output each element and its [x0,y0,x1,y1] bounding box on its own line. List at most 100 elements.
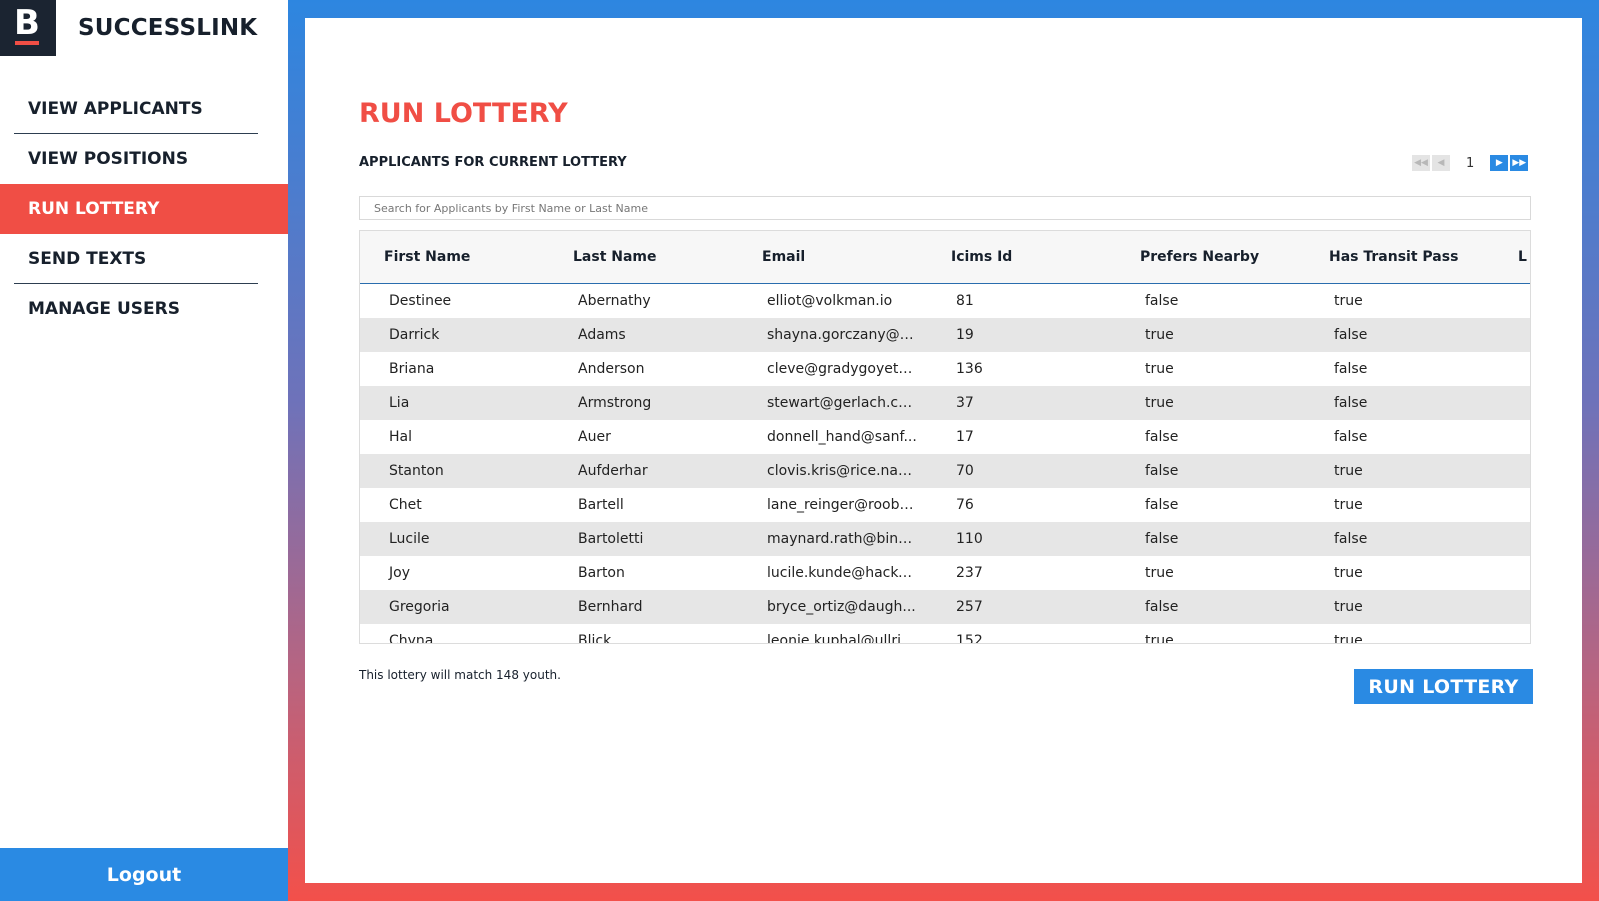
table-cell: Chet [389,497,422,513]
column-header[interactable]: Prefers Nearby [1116,249,1305,265]
table-cell: false [1334,327,1368,343]
table-cell: shayna.gorczany@a... [767,327,922,343]
table-cell: Auer [578,429,611,445]
table-row[interactable]: Lia Armstrong stewart@gerlach.co... 37 true f… [360,386,1530,420]
table-cell: Darrick [389,327,440,343]
table-cell: true [1145,565,1174,581]
table-cell: 152 [956,633,983,644]
double-chevron-right-icon[interactable]: ▶▶ [1510,155,1529,171]
run-lottery-button[interactable]: RUN LOTTERY [1354,669,1533,704]
table-cell: Bartoletti [578,531,644,547]
table-cell: Destinee [389,293,452,309]
logo-letter: B [14,3,40,43]
table-cell: 19 [956,327,974,343]
table-cell: Bartell [578,497,624,513]
table-row[interactable]: Chet Bartell lane_reinger@roob.... 76 false t… [360,488,1530,522]
column-header[interactable]: First Name [360,249,549,265]
sidebar-nav: VIEW APPLICANTS VIEW POSITIONS RUN LOTTE… [0,84,288,334]
table-row[interactable]: Stanton Aufderhar clovis.kris@rice.name 70 f… [360,454,1530,488]
table-cell: Adams [578,327,626,343]
table-cell: Lucile [389,531,430,547]
nav-item-manage-users[interactable]: MANAGE USERS [0,284,288,334]
table-cell: true [1145,633,1174,644]
column-header[interactable]: Email [738,249,927,265]
table-cell: 37 [956,395,974,411]
table-cell: donnell_hand@sanf... [767,429,917,445]
table-row[interactable]: Joy Barton lucile.kunde@hacke... 237 true tru… [360,556,1530,590]
table-cell: true [1145,395,1174,411]
table-cell: Blick [578,633,612,644]
table-cell: Aufderhar [578,463,648,479]
table-cell: Chyna [389,633,434,644]
table-cell: Hal [389,429,412,445]
column-header[interactable]: Has Transit Pass [1305,249,1494,265]
table-cell: Briana [389,361,435,377]
table-row[interactable]: Lucile Bartoletti maynard.rath@bins.... 110… [360,522,1530,556]
sidebar: B SUCCESSLINK VIEW APPLICANTS VIEW POSIT… [0,0,288,901]
nav-item-view-applicants[interactable]: VIEW APPLICANTS [0,84,288,134]
table-cell: true [1334,633,1363,644]
double-chevron-left-icon[interactable]: ◀◀ [1412,155,1430,171]
table-cell: 17 [956,429,974,445]
table-cell: 81 [956,293,974,309]
table-cell: false [1334,361,1368,377]
table-cell: 76 [956,497,974,513]
table-row[interactable]: Destinee Abernathy elliot@volkman.io 81 fals… [360,284,1530,318]
table-cell: 110 [956,531,983,547]
logo[interactable]: B [0,0,56,56]
page-number: 1 [1466,155,1475,171]
table-cell: leonie.kuphal@ullri... [767,633,915,644]
table-row[interactable]: Gregoria Bernhard bryce_ortiz@daugh... 257 f… [360,590,1530,624]
table-cell: lane_reinger@roob.... [767,497,918,513]
table-cell: false [1145,497,1179,513]
table-cell: true [1334,463,1363,479]
applicants-table: First Name Last Name Email Icims Id Pref… [359,230,1531,644]
pagination: ◀◀ ◀ 1 ▶ ▶▶ [1410,155,1529,171]
table-cell: false [1145,429,1179,445]
nav-item-run-lottery[interactable]: RUN LOTTERY [0,184,288,234]
table-header: First Name Last Name Email Icims Id Pref… [360,231,1530,284]
table-cell: false [1145,463,1179,479]
table-cell: maynard.rath@bins.... [767,531,924,547]
table-cell: true [1334,293,1363,309]
table-row[interactable]: Darrick Adams shayna.gorczany@a... 19 true fa… [360,318,1530,352]
table-cell: Gregoria [389,599,450,615]
table-body: Destinee Abernathy elliot@volkman.io 81 fals… [360,284,1530,644]
column-header[interactable]: Last Name [549,249,738,265]
search-input[interactable] [359,196,1531,220]
table-cell: Anderson [578,361,645,377]
table-cell: false [1145,599,1179,615]
table-cell: false [1145,293,1179,309]
table-cell: Armstrong [578,395,652,411]
table-cell: 257 [956,599,983,615]
lottery-match-note: This lottery will match 148 youth. [359,668,561,682]
table-cell: false [1334,531,1368,547]
chevron-left-icon[interactable]: ◀ [1432,155,1450,171]
logout-button[interactable]: Logout [0,848,288,901]
table-cell: 237 [956,565,983,581]
nav-item-send-texts[interactable]: SEND TEXTS [0,234,288,284]
content-frame: RUN LOTTERY APPLICANTS FOR CURRENT LOTTE… [288,0,1599,901]
table-row[interactable]: Chyna Blick leonie.kuphal@ullri... 152 true t… [360,624,1530,644]
chevron-right-icon[interactable]: ▶ [1490,155,1509,171]
column-header[interactable]: L [1494,249,1530,265]
table-cell: Barton [578,565,625,581]
table-cell: Joy [389,565,410,581]
table-row[interactable]: Briana Anderson cleve@gradygoyette... 136 tr… [360,352,1530,386]
table-cell: Stanton [389,463,444,479]
table-cell: true [1334,497,1363,513]
table-cell: false [1334,395,1368,411]
main-panel: RUN LOTTERY APPLICANTS FOR CURRENT LOTTE… [305,18,1582,883]
table-cell: Lia [389,395,410,411]
section-subtitle: APPLICANTS FOR CURRENT LOTTERY [359,155,627,170]
table-cell: false [1334,429,1368,445]
table-cell: false [1145,531,1179,547]
table-row[interactable]: Hal Auer donnell_hand@sanf... 17 false false [360,420,1530,454]
nav-item-view-positions[interactable]: VIEW POSITIONS [0,134,288,184]
table-cell: elliot@volkman.io [767,293,893,309]
table-cell: lucile.kunde@hacke... [767,565,920,581]
table-cell: 136 [956,361,983,377]
logo-underline [15,41,39,45]
table-cell: Abernathy [578,293,651,309]
column-header[interactable]: Icims Id [927,249,1116,265]
